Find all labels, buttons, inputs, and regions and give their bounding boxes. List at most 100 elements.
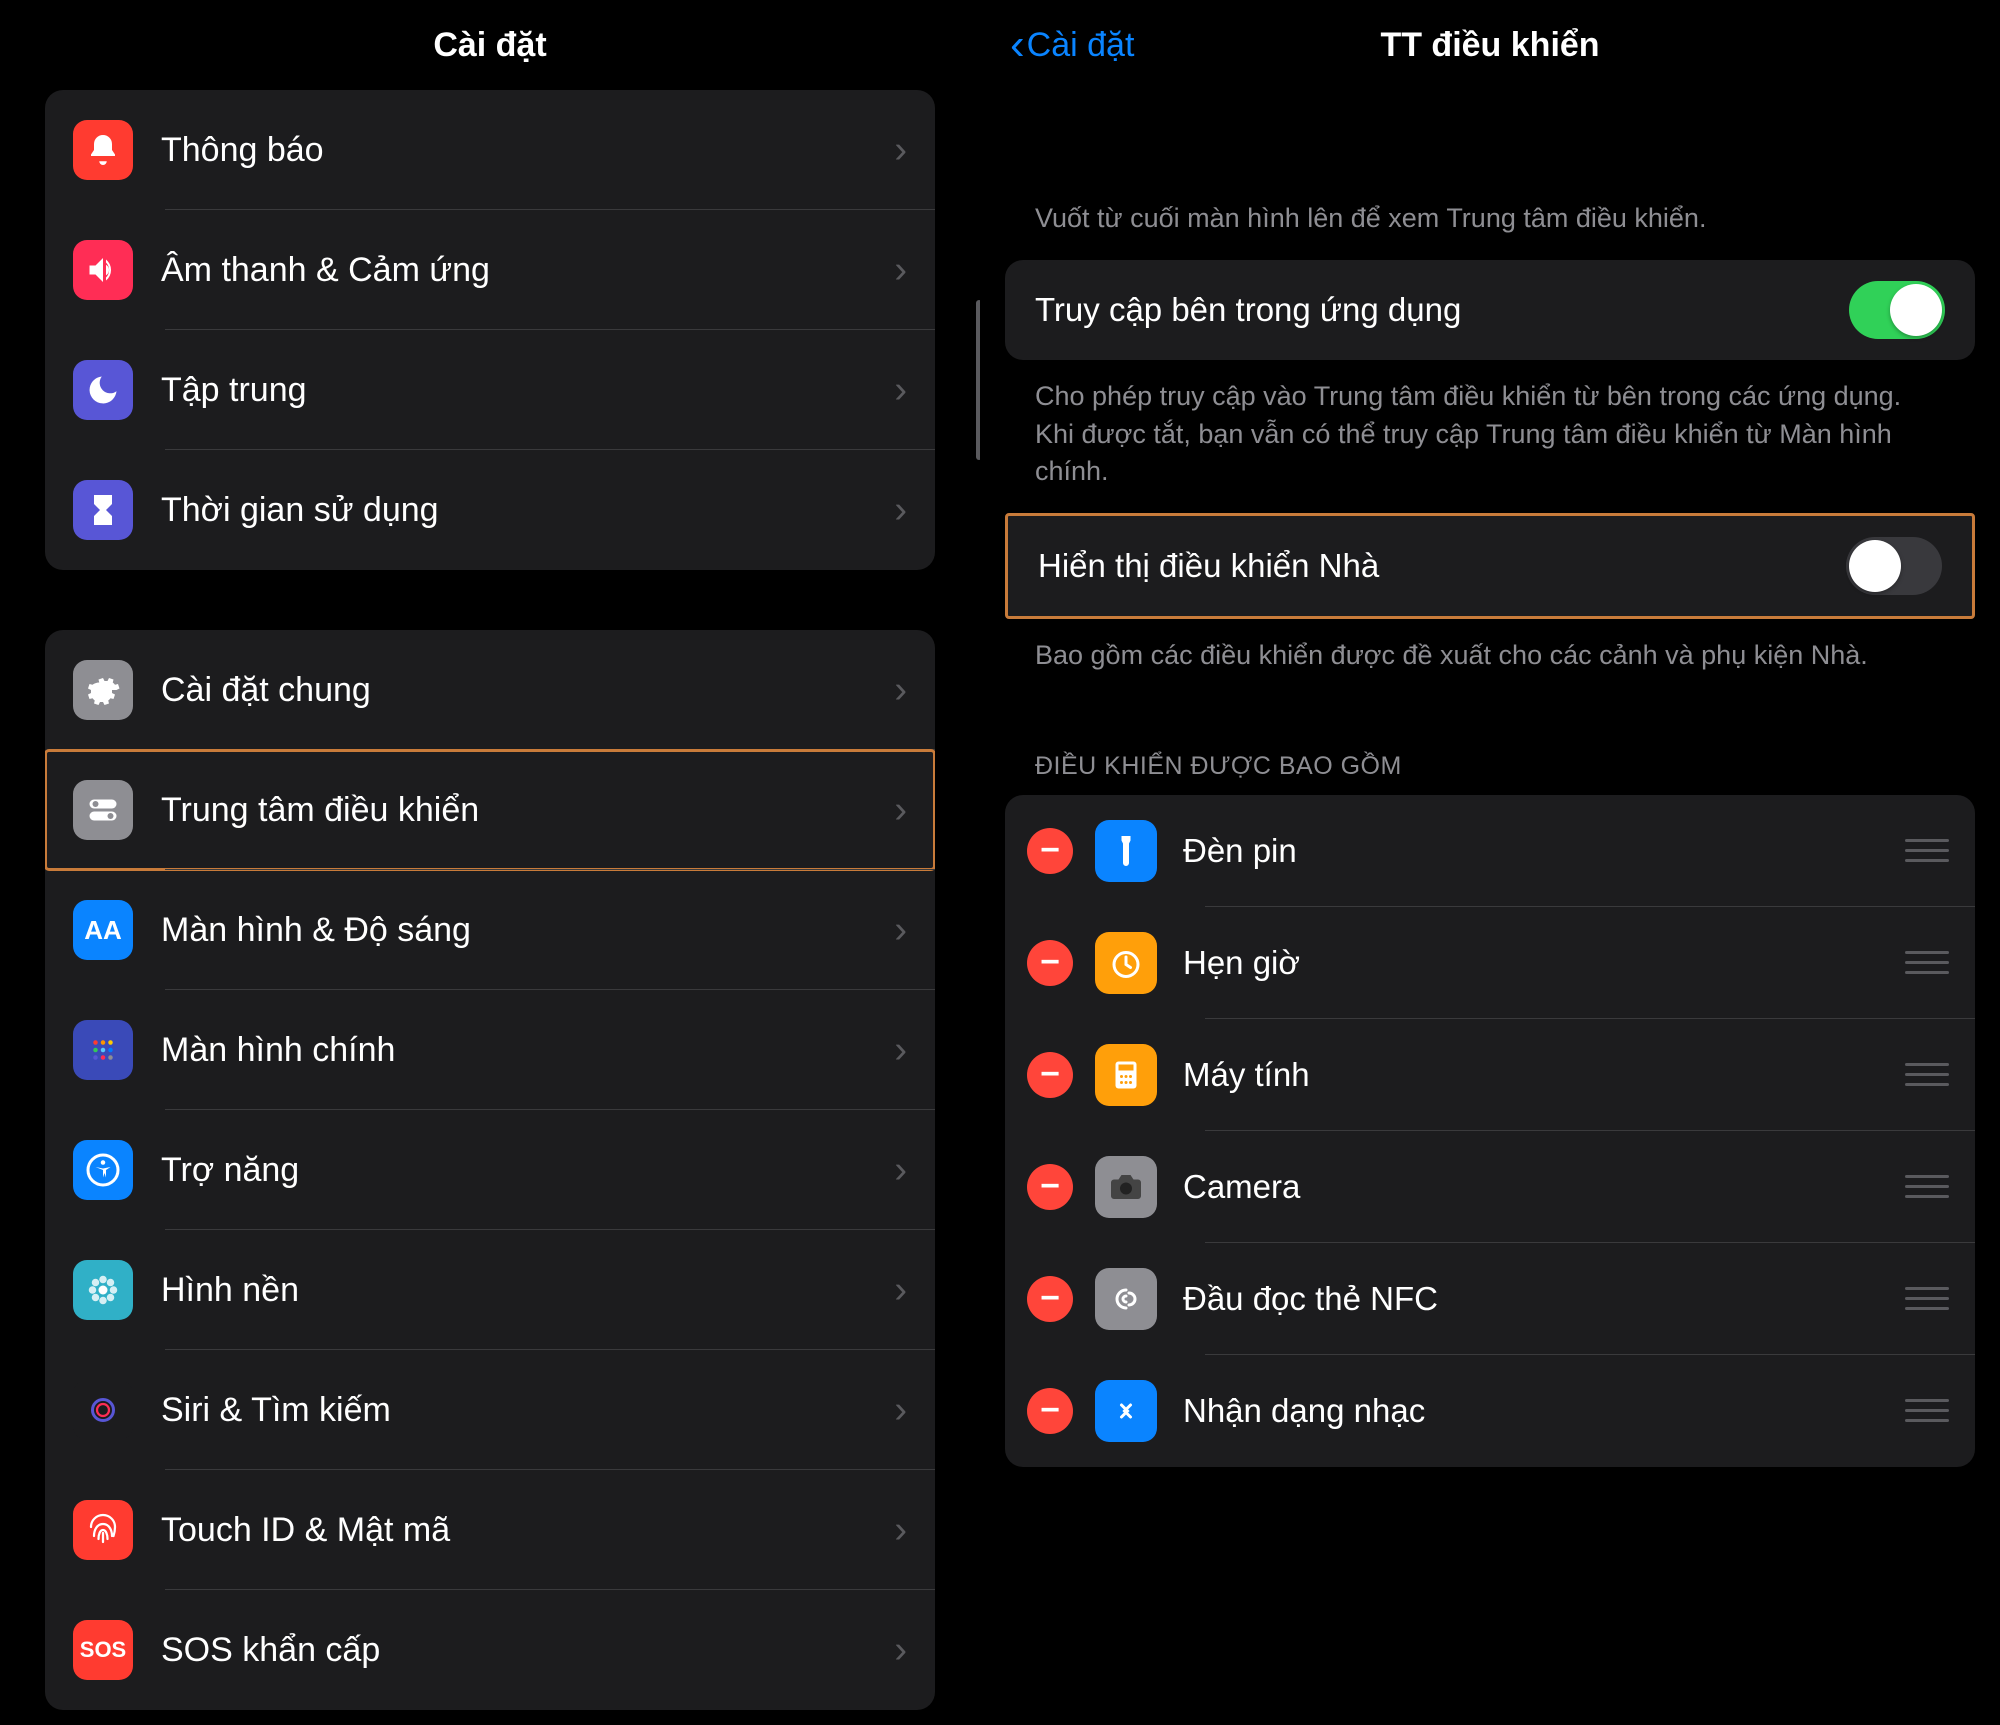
settings-row[interactable]: Touch ID & Mật mã›: [45, 1470, 935, 1590]
row-label: Tập trung: [161, 371, 894, 410]
chevron-right-icon: ›: [894, 669, 907, 712]
row-label: Màn hình chính: [161, 1031, 894, 1070]
remove-button[interactable]: −: [1027, 940, 1073, 986]
chevron-right-icon: ›: [894, 489, 907, 532]
chevron-right-icon: ›: [894, 1509, 907, 1552]
drag-handle-icon[interactable]: [1905, 1399, 1949, 1422]
remove-button[interactable]: −: [1027, 1388, 1073, 1434]
control-label: Đèn pin: [1183, 832, 1905, 870]
switch-label: Hiển thị điều khiển Nhà: [1038, 547, 1846, 585]
settings-row[interactable]: Cài đặt chung›: [45, 630, 935, 750]
switch-group-highlighted: Hiển thị điều khiển Nhà: [1005, 513, 1975, 619]
row-label: Trợ năng: [161, 1151, 894, 1190]
caption: Bao gồm các điều khiển được đề xuất cho …: [1005, 637, 1975, 697]
flashlight-icon: [1095, 820, 1157, 882]
grid-icon: [73, 1020, 133, 1080]
row-label: Touch ID & Mật mã: [161, 1511, 894, 1550]
toggles-icon: [73, 780, 133, 840]
settings-row[interactable]: Hình nền›: [45, 1230, 935, 1350]
settings-row[interactable]: Siri & Tìm kiếm›: [45, 1350, 935, 1470]
chevron-right-icon: ›: [894, 789, 907, 832]
settings-row[interactable]: Tập trung›: [45, 330, 935, 450]
control-label: Máy tính: [1183, 1056, 1905, 1094]
moon-icon: [73, 360, 133, 420]
header: Cài đặt: [0, 0, 980, 90]
settings-row[interactable]: Trợ năng›: [45, 1110, 935, 1230]
timer-icon: [1095, 932, 1157, 994]
caption: Vuốt từ cuối màn hình lên để xem Trung t…: [1005, 90, 1975, 260]
settings-row[interactable]: AAMàn hình & Độ sáng›: [45, 870, 935, 990]
control-row: − Đầu đọc thẻ NFC: [1005, 1243, 1975, 1355]
back-label: Cài đặt: [1027, 26, 1135, 65]
toggle-switch[interactable]: [1846, 537, 1942, 595]
fingerprint-icon: [73, 1500, 133, 1560]
switch-group: Truy cập bên trong ứng dụng: [1005, 260, 1975, 360]
settings-group-1: Thông báo›Âm thanh & Cảm ứng›Tập trung›T…: [45, 90, 935, 570]
drag-handle-icon[interactable]: [1905, 951, 1949, 974]
control-row: − Nhận dạng nhạc: [1005, 1355, 1975, 1467]
row-label: Trung tâm điều khiển: [161, 791, 894, 830]
bell-icon: [73, 120, 133, 180]
drag-handle-icon[interactable]: [1905, 839, 1949, 862]
control-center-pane: ‹ Cài đặt TT điều khiển Vuốt từ cuối màn…: [980, 0, 2000, 1725]
shazam-icon: [1095, 1380, 1157, 1442]
row-label: Siri & Tìm kiếm: [161, 1391, 894, 1430]
text-icon: AA: [73, 900, 133, 960]
page-title: Cài đặt: [433, 26, 546, 65]
accessibility-icon: [73, 1140, 133, 1200]
control-row: − Hẹn giờ: [1005, 907, 1975, 1019]
chevron-right-icon: ›: [894, 1629, 907, 1672]
page-title: TT điều khiển: [1380, 26, 1599, 65]
remove-button[interactable]: −: [1027, 1276, 1073, 1322]
sos-icon: SOS: [73, 1620, 133, 1680]
camera-icon: [1095, 1156, 1157, 1218]
control-label: Nhận dạng nhạc: [1183, 1392, 1905, 1430]
header: ‹ Cài đặt TT điều khiển: [1005, 0, 1975, 90]
settings-group-2: Cài đặt chung›Trung tâm điều khiển›AAMàn…: [45, 630, 935, 1710]
flower-icon: [73, 1260, 133, 1320]
control-label: Hẹn giờ: [1183, 944, 1905, 982]
remove-button[interactable]: −: [1027, 828, 1073, 874]
control-label: Camera: [1183, 1168, 1905, 1206]
chevron-right-icon: ›: [894, 249, 907, 292]
siri-icon: [73, 1380, 133, 1440]
switch-label: Truy cập bên trong ứng dụng: [1035, 291, 1849, 329]
volume-icon: [73, 240, 133, 300]
settings-row[interactable]: Màn hình chính›: [45, 990, 935, 1110]
drag-handle-icon[interactable]: [1905, 1287, 1949, 1310]
row-label: Thông báo: [161, 131, 894, 170]
access-within-apps-row[interactable]: Truy cập bên trong ứng dụng: [1005, 260, 1975, 360]
toggle-switch[interactable]: [1849, 281, 1945, 339]
row-label: Âm thanh & Cảm ứng: [161, 251, 894, 290]
remove-button[interactable]: −: [1027, 1052, 1073, 1098]
row-label: SOS khẩn cấp: [161, 1631, 894, 1670]
settings-pane: Cài đặt Thông báo›Âm thanh & Cảm ứng›Tập…: [0, 0, 980, 1725]
chevron-right-icon: ›: [894, 369, 907, 412]
drag-handle-icon[interactable]: [1905, 1063, 1949, 1086]
included-controls-group: − Đèn pin − Hẹn giờ − Máy tính − Camera − Đầu đọc…: [1005, 795, 1975, 1467]
settings-row[interactable]: Trung tâm điều khiển›: [45, 750, 935, 870]
chevron-right-icon: ›: [894, 129, 907, 172]
back-button[interactable]: ‹ Cài đặt: [1010, 20, 1134, 70]
settings-row[interactable]: Âm thanh & Cảm ứng›: [45, 210, 935, 330]
show-home-controls-row[interactable]: Hiển thị điều khiển Nhà: [1008, 516, 1972, 616]
settings-row[interactable]: SOS SOS khẩn cấp›: [45, 1590, 935, 1710]
chevron-right-icon: ›: [894, 1269, 907, 1312]
control-row: − Máy tính: [1005, 1019, 1975, 1131]
section-header: ĐIỀU KHIỂN ĐƯỢC BAO GỒM: [1005, 697, 1975, 795]
row-label: Thời gian sử dụng: [161, 491, 894, 530]
settings-row[interactable]: Thông báo›: [45, 90, 935, 210]
remove-button[interactable]: −: [1027, 1164, 1073, 1210]
chevron-right-icon: ›: [894, 1389, 907, 1432]
settings-row[interactable]: Thời gian sử dụng›: [45, 450, 935, 570]
hourglass-icon: [73, 480, 133, 540]
control-row: − Camera: [1005, 1131, 1975, 1243]
row-label: Cài đặt chung: [161, 671, 894, 710]
control-label: Đầu đọc thẻ NFC: [1183, 1280, 1905, 1318]
chevron-right-icon: ›: [894, 1149, 907, 1192]
chevron-right-icon: ›: [894, 909, 907, 952]
chevron-right-icon: ›: [894, 1029, 907, 1072]
drag-handle-icon[interactable]: [1905, 1175, 1949, 1198]
control-row: − Đèn pin: [1005, 795, 1975, 907]
caption: Cho phép truy cập vào Trung tâm điều khi…: [1005, 378, 1975, 513]
